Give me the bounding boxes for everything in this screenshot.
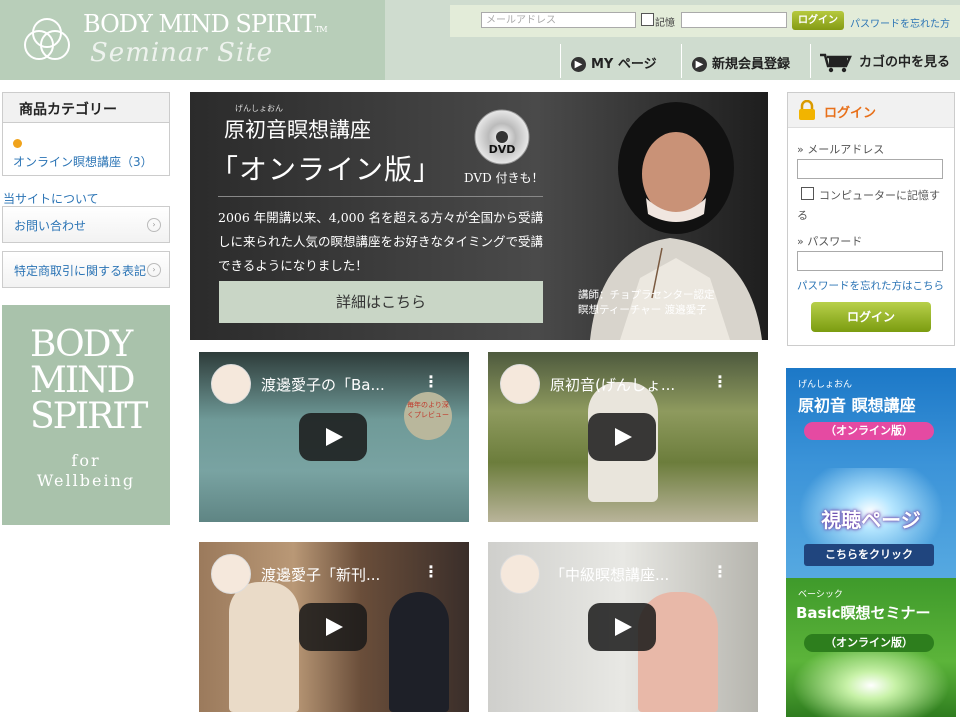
cart-icon (820, 53, 852, 72)
play-button-icon[interactable] (299, 413, 367, 461)
password-label-text: パスワード (807, 235, 863, 248)
top-remember-checkbox[interactable] (641, 13, 654, 26)
chevron-double-icon: » (797, 143, 804, 156)
more-vert-icon[interactable]: ⋮ (712, 562, 728, 581)
top-password-input[interactable] (681, 12, 787, 28)
bms-line-mind: MIND (30, 360, 135, 401)
video-player-4[interactable]: 「中級瞑想講座... ⋮ (488, 542, 758, 712)
bms-line-body: BODY (30, 324, 133, 365)
logo-tm: TM (315, 25, 327, 34)
channel-avatar[interactable] (500, 364, 540, 404)
banner1-cta[interactable]: こちらをクリック (804, 544, 934, 566)
category-item-online-meditation[interactable]: オンライン瞑想講座（3） (13, 135, 163, 171)
nav-my-page[interactable]: ▶ MY ページ (560, 44, 680, 78)
bms-logo-text: BODY MIND SPIRIT (30, 324, 148, 437)
hero-detail-button[interactable]: 詳細はこちら (219, 281, 543, 323)
chevron-right-icon: › (147, 218, 161, 232)
video-3-figure-a (229, 582, 299, 712)
video-player-1[interactable]: 毎年のより深くプレビュー 渡邊愛子の「Ba... ⋮ (199, 352, 469, 522)
more-vert-icon[interactable]: ⋮ (423, 562, 439, 581)
dvd-disc-icon: DVD (474, 109, 530, 165)
nav-register-label: 新規会員登録 (712, 57, 791, 72)
contact-link-label: お問い合わせ (14, 219, 87, 233)
channel-avatar[interactable] (211, 364, 251, 404)
more-vert-icon[interactable]: ⋮ (423, 372, 439, 391)
arrow-right-icon: ▶ (571, 57, 586, 72)
site-logo[interactable]: BODY MIND SPIRITTM (83, 10, 328, 38)
chevron-right-icon: › (147, 263, 161, 277)
nav-cart-label: カゴの中を見る (859, 55, 951, 70)
bullet-icon (13, 139, 22, 148)
channel-avatar[interactable] (211, 554, 251, 594)
top-login-button[interactable]: ログイン (792, 11, 844, 30)
hero-title-1: 原初音瞑想講座 (224, 118, 371, 142)
play-button-icon[interactable] (299, 603, 367, 651)
play-button-icon[interactable] (588, 603, 656, 651)
nav-cart[interactable]: カゴの中を見る (810, 44, 960, 78)
login-title: ログイン (824, 106, 877, 121)
logo-main-text: BODY MIND SPIRIT (83, 10, 316, 38)
nav-register[interactable]: ▶ 新規会員登録 (681, 44, 809, 78)
dvd-label: DVD (489, 143, 516, 156)
video-title[interactable]: 原初音(げんしょ... (550, 374, 675, 395)
top-remember-label: 記憶 (655, 18, 675, 29)
password-field[interactable] (797, 251, 943, 271)
meditation-viewing-banner[interactable]: げんしょおん 原初音 瞑想講座 （オンライン版） 視聴ページ こちらをクリック (786, 368, 956, 578)
logo-rings-icon (22, 18, 82, 68)
login-button[interactable]: ログイン (811, 302, 931, 332)
caption-line-2: 瞑想ティーチャー 渡邉愛子 (578, 304, 707, 316)
contact-link[interactable]: お問い合わせ › (2, 206, 170, 243)
banner1-pill: （オンライン版） (804, 422, 934, 440)
about-site-label: 当サイトについて (3, 192, 99, 206)
lock-icon (799, 100, 815, 120)
email-label: » メールアドレス (797, 141, 884, 157)
legal-notice-label: 特定商取引に関する表記 (14, 264, 147, 278)
legal-notice-link[interactable]: 特定商取引に関する表記 › (2, 251, 170, 288)
video-player-2[interactable]: 原初音(げんしょ... ⋮ (488, 352, 758, 522)
more-vert-icon[interactable]: ⋮ (712, 372, 728, 391)
dvd-note: DVD 付きも！ (464, 171, 544, 185)
video-title[interactable]: 「中級瞑想講座... (550, 564, 669, 585)
basic-meditation-banner[interactable]: ベーシック Basic瞑想セミナー （オンライン版） (786, 578, 956, 717)
banner2-pill: （オンライン版） (804, 634, 934, 652)
chevron-double-icon: » (797, 235, 804, 248)
bms-tagline: for Wellbeing (2, 451, 170, 491)
logo-subtitle: Seminar Site (90, 38, 274, 68)
hero-ruby: げんしょおん (235, 104, 283, 113)
hero-description: 2006 年開講以来、4,000 名を超える方々が全国から受講しに来られた人気の… (218, 210, 544, 273)
video-title[interactable]: 渡邊愛子「新刊... (261, 564, 380, 585)
top-email-input[interactable]: メールアドレス (481, 12, 636, 28)
bms-line-for: for (71, 451, 101, 470)
nav-my-page-label: MY ページ (591, 57, 657, 72)
banner1-main: 視聴ページ (821, 508, 921, 532)
forgot-password-link[interactable]: パスワードを忘れた方はこちら (797, 278, 944, 293)
top-forgot-password-link[interactable]: パスワードを忘れた方 (850, 15, 950, 30)
arrow-right-icon: ▶ (692, 57, 707, 72)
instructor-caption: 講師：チョプラセンター認定 瞑想ティーチャー 渡邉愛子 (578, 288, 715, 318)
caption-line-1: 講師：チョプラセンター認定 (578, 289, 715, 301)
login-box-header: ログイン (788, 93, 954, 128)
hero-title-2: 「オンライン版」 (210, 153, 443, 186)
bms-wellbeing-banner[interactable]: BODY MIND SPIRIT for Wellbeing (2, 305, 170, 525)
category-title: 商品カテゴリー (3, 93, 169, 123)
email-field[interactable] (797, 159, 943, 179)
remember-label: コンピューターに記憶する (797, 189, 940, 222)
video-1-overlay-badge: 毎年のより深くプレビュー (404, 392, 452, 440)
bms-line-wellbeing: Wellbeing (36, 471, 136, 490)
video-player-3[interactable]: 渡邊愛子「新刊... ⋮ (199, 542, 469, 712)
video-title[interactable]: 渡邊愛子の「Ba... (261, 374, 385, 395)
banner2-title: Basic瞑想セミナー (796, 604, 931, 622)
banner2-ruby: ベーシック (798, 590, 843, 600)
email-label-text: メールアドレス (807, 143, 885, 156)
banner1-ruby: げんしょおん (798, 380, 853, 390)
play-button-icon[interactable] (588, 413, 656, 461)
channel-avatar[interactable] (500, 554, 540, 594)
video-3-figure-b (389, 592, 449, 712)
bms-line-spirit: SPIRIT (30, 396, 148, 437)
banner1-title: 原初音 瞑想講座 (798, 396, 916, 415)
hero-divider (218, 196, 543, 197)
password-label: » パスワード (797, 233, 862, 249)
category-item-label: オンライン瞑想講座（3） (13, 155, 153, 169)
